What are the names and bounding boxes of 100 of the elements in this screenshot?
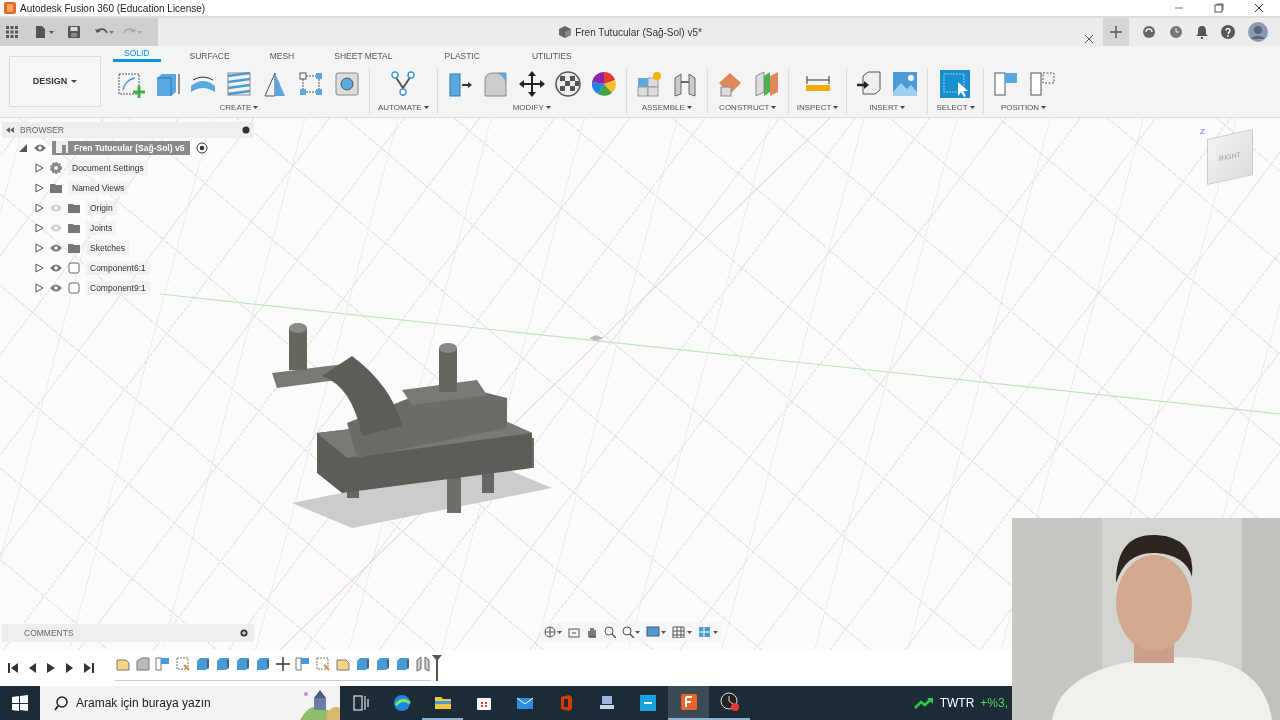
close-icon[interactable] bbox=[1254, 3, 1264, 13]
zoom-icon[interactable] bbox=[604, 626, 616, 638]
tool-group-menu[interactable]: ASSEMBLE bbox=[641, 102, 692, 114]
tool-group-menu[interactable]: INSPECT bbox=[796, 102, 839, 114]
caret-icon bbox=[545, 106, 551, 110]
extrude-feature-icon[interactable] bbox=[375, 655, 391, 672]
plane-feature-icon[interactable] bbox=[295, 655, 311, 672]
caret-icon bbox=[423, 106, 429, 110]
extrude-feature-icon[interactable] bbox=[195, 655, 211, 672]
body-feature-icon[interactable] bbox=[135, 655, 151, 672]
close-icon[interactable] bbox=[1085, 34, 1093, 43]
tool-group-menu[interactable]: CREATE bbox=[219, 102, 259, 114]
ribbon-tab[interactable]: MESH bbox=[258, 51, 306, 62]
tree-item[interactable]: Component9:1 bbox=[86, 280, 150, 296]
visibility-icon[interactable] bbox=[34, 144, 46, 152]
extrude-feature-icon[interactable] bbox=[395, 655, 411, 672]
new-tab-button[interactable] bbox=[1103, 18, 1129, 46]
collapse-icon[interactable] bbox=[6, 127, 14, 133]
tool-group-menu[interactable]: MODIFY bbox=[512, 102, 551, 114]
caret-icon bbox=[969, 106, 975, 110]
pin-icon[interactable] bbox=[242, 126, 250, 134]
tree-item[interactable]: Named Views bbox=[68, 180, 129, 196]
tree-item[interactable]: Joints bbox=[86, 220, 117, 236]
capture-position-icon[interactable] bbox=[991, 70, 1020, 98]
visibility-icon[interactable] bbox=[50, 244, 62, 252]
extrude-feature-icon[interactable] bbox=[355, 655, 371, 672]
select-icon[interactable] bbox=[940, 70, 971, 98]
ribbon-tab[interactable]: SURFACE bbox=[178, 51, 241, 62]
insert-derive-icon[interactable] bbox=[855, 70, 884, 98]
skip-end-icon[interactable] bbox=[84, 662, 94, 674]
hole-icon[interactable] bbox=[333, 70, 361, 98]
maximize-icon[interactable] bbox=[1214, 3, 1224, 13]
step-back-icon[interactable] bbox=[27, 662, 37, 674]
display-settings-icon[interactable] bbox=[646, 626, 666, 638]
step-forward-icon[interactable] bbox=[65, 662, 75, 674]
help-icon[interactable] bbox=[1221, 25, 1235, 39]
file-icon[interactable] bbox=[36, 26, 54, 38]
profile-feature-icon[interactable] bbox=[315, 655, 331, 672]
clock-icon[interactable] bbox=[1169, 25, 1183, 39]
tool-group-menu[interactable]: POSITION bbox=[1000, 102, 1047, 114]
expand-arrow-icon[interactable] bbox=[34, 203, 44, 213]
activate-radio-icon[interactable] bbox=[196, 142, 209, 154]
plane-feature-icon[interactable] bbox=[155, 655, 171, 672]
expand-arrow-icon[interactable] bbox=[34, 283, 44, 293]
collapse-arrow-icon[interactable] bbox=[18, 143, 28, 153]
image-icon[interactable] bbox=[891, 70, 920, 98]
skip-start-icon[interactable] bbox=[8, 662, 18, 674]
zoom-window-icon[interactable] bbox=[622, 626, 640, 638]
document-tab[interactable]: Fren Tutucular (Sağ-Sol) v5* bbox=[575, 24, 702, 40]
visibility-icon[interactable] bbox=[50, 264, 62, 272]
expand-arrow-icon[interactable] bbox=[34, 263, 44, 273]
tool-group-menu[interactable]: INSERT bbox=[869, 102, 906, 114]
color-wheel-icon[interactable] bbox=[589, 70, 618, 98]
avatar-icon[interactable] bbox=[1248, 22, 1268, 42]
tree-item[interactable]: Sketches bbox=[86, 240, 129, 256]
checker-icon[interactable] bbox=[553, 70, 582, 98]
look-at-icon[interactable] bbox=[568, 626, 580, 638]
orbit-icon[interactable] bbox=[544, 626, 562, 638]
taskbar-app-button[interactable] bbox=[668, 686, 709, 720]
search-field[interactable]: Aramak için buraya yazın bbox=[76, 686, 300, 720]
expand-arrow-icon[interactable] bbox=[34, 183, 44, 193]
notification-icon[interactable] bbox=[1196, 25, 1208, 39]
app-logo-icon bbox=[4, 2, 16, 14]
tool-group-menu[interactable]: SELECT bbox=[936, 102, 975, 114]
workspace-dropdown[interactable]: DESIGN bbox=[9, 56, 101, 107]
sketch-icon[interactable] bbox=[117, 70, 145, 98]
viewports-icon[interactable] bbox=[698, 626, 718, 638]
ribbon-tab[interactable]: SHEET METAL bbox=[323, 51, 404, 62]
add-comment-icon[interactable] bbox=[240, 629, 248, 637]
folder-icon bbox=[68, 222, 80, 234]
timeline-marker-icon[interactable] bbox=[432, 655, 442, 681]
play-icon[interactable] bbox=[46, 662, 56, 674]
tree-item[interactable]: Document Settings bbox=[68, 160, 148, 176]
profile-feature-icon[interactable] bbox=[175, 655, 191, 672]
tool-group-menu[interactable]: AUTOMATE bbox=[378, 102, 429, 114]
extrude-feature-icon[interactable] bbox=[255, 655, 271, 672]
visibility-icon[interactable] bbox=[50, 284, 62, 292]
save-icon[interactable] bbox=[68, 26, 80, 38]
expand-arrow-icon[interactable] bbox=[34, 243, 44, 253]
move-feature-icon[interactable] bbox=[275, 655, 291, 672]
ribbon-tab[interactable]: UTILITIES bbox=[520, 51, 583, 62]
apps-grid-icon[interactable] bbox=[6, 26, 18, 38]
tree-item[interactable]: Component6:1 bbox=[86, 260, 150, 276]
move-icon[interactable] bbox=[517, 70, 546, 98]
grid-icon[interactable] bbox=[672, 626, 692, 638]
sync-icon[interactable] bbox=[1142, 25, 1156, 39]
ribbon-tab[interactable]: PLASTIC bbox=[433, 51, 491, 62]
plus-icon bbox=[1110, 26, 1122, 38]
pan-icon[interactable] bbox=[586, 626, 598, 638]
coil-icon[interactable] bbox=[225, 70, 253, 98]
tree-item[interactable]: Origin bbox=[86, 200, 117, 216]
automate-icon[interactable] bbox=[389, 70, 418, 98]
extrude-feature-icon[interactable] bbox=[215, 655, 231, 672]
extrude-feature-icon[interactable] bbox=[235, 655, 251, 672]
document-icon bbox=[56, 140, 68, 153]
joint-feature-icon[interactable] bbox=[415, 655, 431, 672]
tool-group-menu[interactable]: CONSTRUCT bbox=[719, 102, 777, 114]
windows-start-icon[interactable] bbox=[12, 695, 28, 711]
expand-arrow-icon[interactable] bbox=[34, 163, 44, 173]
expand-arrow-icon[interactable] bbox=[34, 223, 44, 233]
